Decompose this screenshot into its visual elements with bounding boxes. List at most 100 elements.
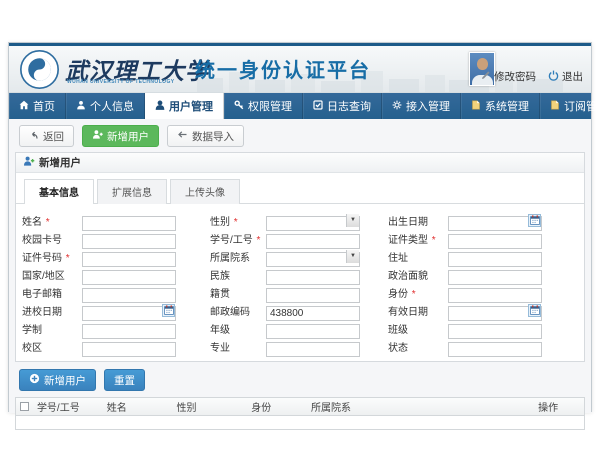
power-icon [548, 70, 559, 84]
nav-item-label: 用户管理 [169, 98, 213, 114]
field-input-wrapper [266, 303, 360, 318]
field-input-wrapper [448, 303, 542, 318]
field-input[interactable] [448, 252, 542, 267]
new-user-panel: 新增用户 基本信息扩展信息上传头像 姓名 *性别 *▼出生日期校园卡号学号/工号… [15, 152, 585, 362]
field-input[interactable] [266, 306, 360, 321]
form-field: 校区 [22, 339, 210, 354]
field-input-wrapper: ▼ [266, 213, 360, 228]
field-input-wrapper [266, 231, 360, 246]
tab-extended-info[interactable]: 扩展信息 [97, 179, 167, 204]
field-input[interactable] [82, 342, 176, 357]
field-label: 政治面貌 [388, 267, 448, 282]
nav-item-system[interactable]: 系统管理 [461, 93, 540, 119]
field-label: 邮政编码 [210, 303, 266, 318]
add-user-section-icon [23, 155, 35, 170]
form-field: 所属院系 ▼ [210, 249, 388, 264]
field-input[interactable] [448, 234, 542, 249]
change-password-link[interactable]: 修改密码 [481, 69, 536, 84]
field-input[interactable] [82, 324, 176, 339]
subscribe-icon [550, 100, 560, 113]
nav-item-subscription[interactable]: 订阅管理 [540, 93, 600, 119]
field-input-wrapper [448, 339, 542, 354]
form-field: 邮政编码 [210, 303, 388, 318]
nav-item-profile[interactable]: 个人信息 [66, 93, 145, 119]
select-all-checkbox[interactable] [20, 402, 29, 411]
field-label: 住址 [388, 249, 448, 264]
field-label: 年级 [210, 321, 266, 336]
calendar-icon[interactable] [528, 304, 541, 317]
field-input-wrapper [448, 231, 542, 246]
field-input[interactable] [448, 270, 542, 285]
field-input[interactable] [82, 288, 176, 303]
field-input[interactable] [266, 270, 360, 285]
add-user-label: 新增用户 [107, 129, 149, 144]
form-field: 身份 * [388, 285, 578, 300]
reset-button[interactable]: 重置 [104, 369, 145, 391]
field-input-wrapper [448, 321, 542, 336]
field-label: 所属院系 [210, 249, 266, 264]
field-label: 证件类型 * [388, 231, 448, 246]
nav-item-access[interactable]: 接入管理 [382, 93, 461, 119]
add-user-toolbar-button[interactable]: 新增用户 [82, 125, 159, 147]
field-input-wrapper [82, 303, 176, 318]
dropdown-arrow-icon[interactable]: ▼ [346, 250, 359, 263]
field-input[interactable] [266, 342, 360, 357]
nav-item-label: 订阅管理 [564, 98, 600, 114]
form-field: 校园卡号 [22, 231, 210, 246]
tab-upload-avatar[interactable]: 上传头像 [170, 179, 240, 204]
field-label: 姓名 * [22, 213, 82, 228]
form-actions: 新增用户 重置 [19, 369, 581, 391]
nav-item-users[interactable]: 用户管理 [145, 93, 224, 119]
dropdown-arrow-icon[interactable]: ▼ [346, 214, 359, 227]
field-label: 校园卡号 [22, 231, 82, 246]
field-input-wrapper [82, 285, 176, 300]
new-user-form: 姓名 *性别 *▼出生日期校园卡号学号/工号 *证件类型 *证件号码 *所属院系… [16, 204, 584, 361]
form-field: 住址 [388, 249, 578, 264]
form-row: 校区专业状态 [22, 337, 578, 355]
form-row: 进校日期邮政编码有效日期 [22, 301, 578, 319]
logout-link[interactable]: 退出 [548, 69, 583, 84]
form-field: 学号/工号 * [210, 231, 388, 246]
nav-item-logs[interactable]: 日志查询 [303, 93, 382, 119]
form-field: 姓名 * [22, 213, 210, 228]
calendar-icon[interactable] [528, 214, 541, 227]
field-input[interactable] [82, 270, 176, 285]
form-field: 政治面貌 [388, 267, 578, 282]
field-input-wrapper [82, 231, 176, 246]
form-field: 民族 [210, 267, 388, 282]
table-header-row: 学号/工号姓名性别身份所属院系操作 [16, 398, 584, 416]
submit-add-user-button[interactable]: 新增用户 [19, 369, 96, 391]
nav-item-home[interactable]: 首页 [9, 93, 66, 119]
field-input-wrapper [82, 267, 176, 282]
form-field: 进校日期 [22, 303, 210, 318]
table-empty-body [16, 416, 584, 429]
field-input[interactable] [82, 252, 176, 267]
field-label: 民族 [210, 267, 266, 282]
field-input[interactable] [82, 216, 176, 231]
field-input[interactable] [266, 324, 360, 339]
section-title: 新增用户 [39, 155, 81, 170]
form-field: 学制 [22, 321, 210, 336]
form-field: 性别 *▼ [210, 213, 388, 228]
select-all-cell [16, 402, 33, 411]
back-arrow-icon [29, 130, 39, 143]
user-icon [155, 100, 165, 113]
university-logo [19, 49, 60, 93]
app-header: 武汉理工大学 WUHAN UNIVERSITY OF TECHNOLOGY 统一… [9, 46, 591, 93]
add-person-icon [92, 129, 103, 143]
required-mark: * [409, 289, 416, 300]
field-label: 学号/工号 * [210, 231, 266, 246]
form-row: 校园卡号 学号/工号 * 证件类型 * [22, 229, 578, 247]
field-input[interactable] [448, 288, 542, 303]
field-input[interactable] [266, 234, 360, 249]
field-input[interactable] [448, 342, 542, 357]
data-import-button[interactable]: 数据导入 [167, 125, 244, 147]
nav-item-permissions[interactable]: 权限管理 [224, 93, 303, 119]
field-input[interactable] [82, 234, 176, 249]
form-field: 班级 [388, 321, 578, 336]
tab-basic-info[interactable]: 基本信息 [24, 179, 94, 204]
calendar-icon[interactable] [162, 304, 175, 317]
field-input[interactable] [266, 288, 360, 303]
back-button[interactable]: 返回 [19, 125, 74, 147]
field-input[interactable] [448, 324, 542, 339]
